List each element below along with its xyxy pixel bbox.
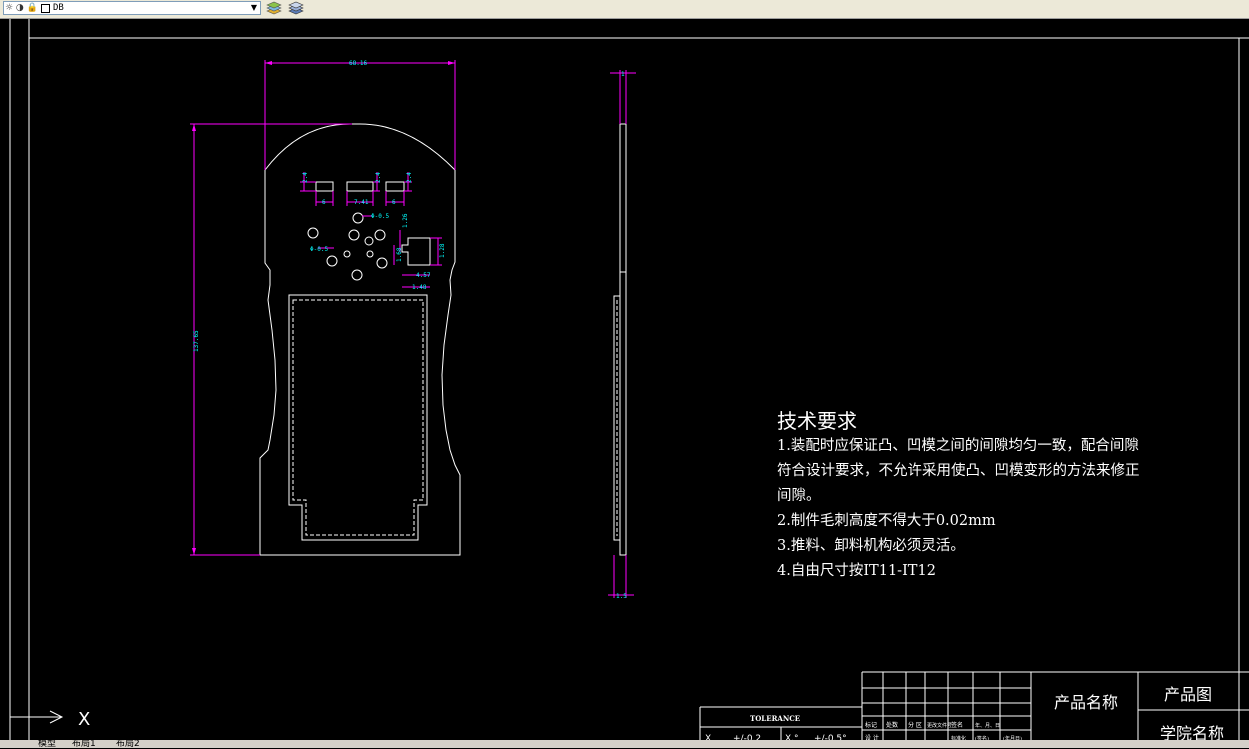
dim-rect-h2-text: 1.28 xyxy=(439,243,446,258)
front-view xyxy=(259,123,461,556)
dim-hole-pattern-text: Φ-0.5 xyxy=(310,246,328,253)
dim-slot-w1-text: 6 xyxy=(322,199,326,206)
ucs-icon xyxy=(10,710,64,724)
technical-requirements: 技术要求 1.装配时应保证凸、凹模之间的间隙均匀一致，配合间隙 符合设计要求，不… xyxy=(777,408,1140,584)
layer-states-icon[interactable] xyxy=(265,0,283,17)
col-header-4: 更改文件号 xyxy=(927,722,952,729)
dim-slot-h3-text: 2.4 xyxy=(406,172,413,183)
cad-drawing: 68.16 137.65 2.4 2.4 2.4 6 7.41 6 Φ-0.5 … xyxy=(9,19,1249,748)
dim-rect-side-text: 1.68 xyxy=(396,247,403,262)
dim-width-text: 68.16 xyxy=(349,60,367,67)
chevron-down-icon[interactable]: ▼ xyxy=(248,2,260,14)
dim-slot-w3-text: 6 xyxy=(392,199,396,206)
tolerance-title: TOLERANCE xyxy=(750,714,800,723)
dim-side-top-text: 1 xyxy=(621,71,625,78)
layer-dropdown[interactable]: ☼ ◑ 🔒 DB ▼ xyxy=(3,1,261,15)
tech-line-5: 3.推料、卸料机构必须灵活。 xyxy=(777,538,965,554)
dim-hole-small-text: Φ-0.5 xyxy=(371,213,389,220)
dim-side-bottom-text: 1.5 xyxy=(616,593,627,600)
side-view-dimensions xyxy=(608,70,636,598)
dim-height-text: 137.65 xyxy=(193,330,200,352)
dim-slot-h2-text: 2.4 xyxy=(375,172,382,183)
dim-slot-w2-text: 7.41 xyxy=(354,199,369,206)
dim-rect-w2-text: 1.48 xyxy=(412,284,427,291)
dim-slot-h1-text: 2.4 xyxy=(302,172,309,183)
layer-properties-icon[interactable] xyxy=(287,0,305,17)
drawing-border xyxy=(9,19,1249,748)
front-view-dim-text: 68.16 137.65 2.4 2.4 2.4 6 7.41 6 Φ-0.5 … xyxy=(193,60,446,352)
col-header-1: 标记 xyxy=(865,721,877,729)
ucs-x-label: X xyxy=(78,709,90,730)
front-view-dim-arrows xyxy=(192,61,455,555)
layer-color-swatch xyxy=(41,4,50,13)
dim-rect-h-text: 1.26 xyxy=(402,213,409,228)
col-header-5: 签名 xyxy=(951,721,963,729)
front-view-hidden xyxy=(292,299,424,536)
col-header-3: 分 区 xyxy=(908,721,922,729)
layer-name: DB xyxy=(53,3,64,13)
col-header-6: 年、月、日 xyxy=(975,722,1000,729)
tech-line-1: 1.装配时应保证凸、凹模之间的间隙均匀一致，配合间隙 xyxy=(777,438,1139,454)
tech-line-3: 间隙。 xyxy=(777,488,821,504)
front-view-dimensions xyxy=(190,60,456,556)
layer-status-icons: ☼ ◑ 🔒 xyxy=(5,3,38,13)
drawing-canvas[interactable]: 68.16 137.65 2.4 2.4 2.4 6 7.41 6 Φ-0.5 … xyxy=(0,19,1249,748)
tech-title: 技术要求 xyxy=(777,409,857,433)
dim-rect-w1-text: 4.57 xyxy=(416,272,431,279)
tech-line-4: 2.制件毛刺高度不得大于0.02mm xyxy=(777,513,996,529)
col-header-2: 处数 xyxy=(886,721,898,729)
title-block-text: 产品名称 产品图 学院名称 TOLERANCE X +/-0.2 X.° +/-… xyxy=(705,685,1224,744)
product-name: 产品名称 xyxy=(1054,693,1118,712)
layout-tabs: 模型 布局1 布局2 xyxy=(0,739,1249,749)
tech-line-2: 符合设计要求，不允许采用使凸、凹模变形的方法来修正 xyxy=(777,463,1140,479)
side-view xyxy=(613,123,627,556)
drawing-name: 产品图 xyxy=(1164,685,1212,704)
tech-line-6: 4.自由尺寸按IT11-IT12 xyxy=(777,563,936,579)
layer-toolbar: ☼ ◑ 🔒 DB ▼ xyxy=(0,0,1249,19)
